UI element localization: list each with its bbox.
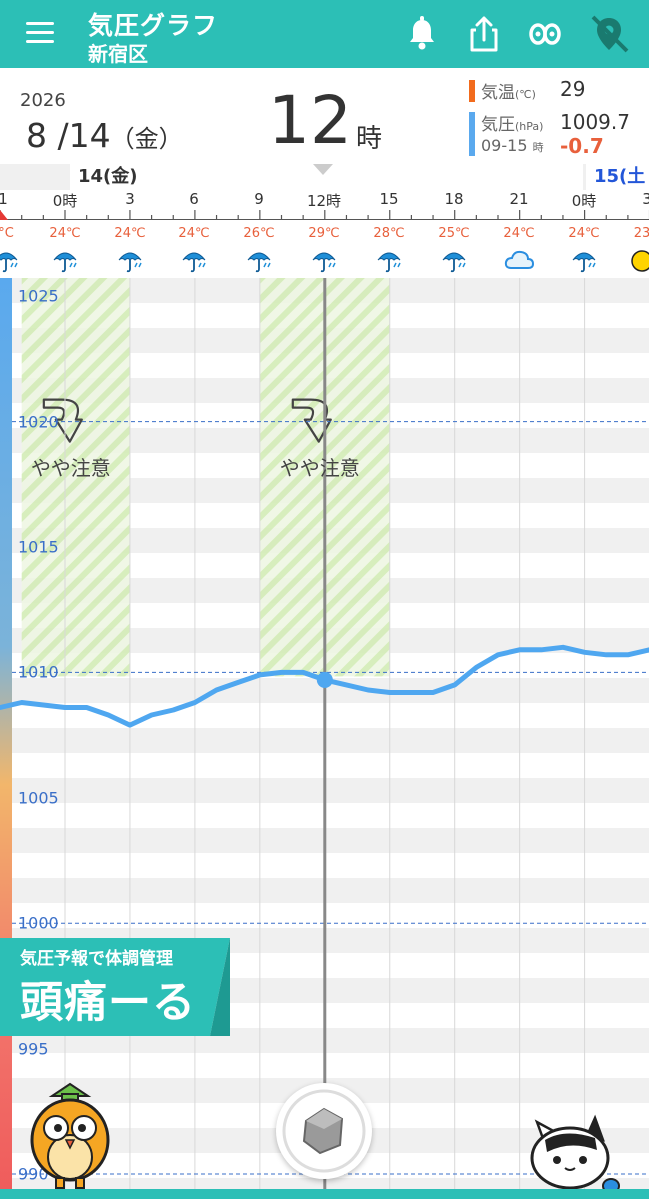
temp-label: 24℃ — [49, 226, 81, 241]
hour-ticks — [0, 210, 649, 220]
temp-color-bar — [469, 80, 475, 102]
pressure-chart[interactable] — [0, 278, 649, 1199]
hour-label: 21 — [509, 190, 529, 208]
hour-label: 1 — [0, 190, 8, 208]
y-axis-label: 995 — [18, 1039, 49, 1059]
temp-label: °C — [0, 226, 14, 241]
bell-icon[interactable] — [405, 14, 439, 54]
temp-label: 25℃ — [438, 226, 470, 241]
y-axis-label: 1010 — [18, 662, 59, 682]
location-name[interactable]: 新宿区 — [88, 38, 148, 67]
temp-stat: 気温(℃) — [469, 78, 536, 103]
change-range-label: 09-15 — [481, 136, 528, 155]
hour-label: 3 — [125, 190, 135, 208]
menu-icon[interactable] — [26, 22, 54, 46]
info-panel: 2026 8 /14（金） 12 時 気温(℃) 29 気圧(hPa) 1009… — [0, 68, 649, 165]
temperature-scale-bar — [0, 278, 12, 1199]
hour-label: 18 — [444, 190, 464, 208]
y-axis-label: 1000 — [18, 913, 59, 933]
cursor-point — [316, 671, 333, 688]
y-axis-label: 1020 — [18, 412, 59, 432]
date: 8 /14（金） — [26, 116, 183, 155]
temp-label: 26℃ — [243, 226, 275, 241]
weekday: （金） — [110, 125, 183, 153]
umbrella-icon — [441, 248, 467, 278]
umbrella-icon — [181, 248, 207, 278]
bottom-strip — [0, 1189, 649, 1199]
now-marker — [0, 210, 8, 220]
pressure-label: 気圧 — [481, 115, 515, 135]
change-range: 09-15 時 — [469, 136, 544, 155]
umbrella-icon — [571, 248, 597, 278]
year: 2026 — [20, 90, 66, 111]
temp-label: 24℃ — [178, 226, 210, 241]
cat-mascot — [530, 1114, 620, 1194]
temp-label: 24℃ — [114, 226, 146, 241]
temp-label: 28℃ — [373, 226, 405, 241]
location-pin-icon[interactable] — [590, 14, 629, 54]
temp-label: 23 — [633, 226, 649, 241]
umbrella-icon — [117, 248, 143, 278]
change-range-unit: 時 — [532, 141, 544, 154]
umbrella-icon — [0, 248, 19, 278]
banner-subtitle: 気圧予報で体調管理 — [20, 949, 173, 969]
caution-label: やや注意 — [30, 455, 111, 480]
day: /14 — [57, 116, 111, 155]
day-label-2: 15(土 — [586, 164, 649, 190]
temp-label: 気温 — [481, 83, 515, 103]
umbrella-icon — [311, 248, 337, 278]
pressure-stat: 気圧(hPa) — [469, 110, 544, 156]
y-axis-label: 1015 — [18, 537, 59, 557]
temp-label: 24℃ — [568, 226, 600, 241]
temp-label: 29℃ — [308, 226, 340, 241]
hour-unit: 時 — [356, 124, 383, 154]
y-axis-label: 1025 — [18, 286, 59, 306]
temp-value: 29 — [560, 77, 586, 101]
cloud-icon — [503, 248, 535, 278]
pressure-change: -0.7 — [560, 134, 604, 158]
hour-label: 9 — [254, 190, 264, 208]
temp-unit: (℃) — [515, 88, 536, 101]
caution-label: やや注意 — [279, 455, 360, 480]
umbrella-icon — [246, 248, 272, 278]
glasses-icon[interactable] — [528, 14, 562, 54]
app-header: 気圧グラフ 新宿区 — [0, 0, 649, 68]
app-title: 気圧グラフ — [88, 11, 219, 40]
cursor-marker — [313, 164, 333, 175]
y-axis-label: 1005 — [18, 788, 59, 808]
selected-hour: 12 — [268, 82, 352, 159]
pressure-unit: (hPa) — [515, 120, 544, 133]
sun-icon — [629, 248, 649, 278]
month: 8 — [26, 116, 47, 155]
stone-button[interactable] — [276, 1083, 372, 1179]
weather-row — [0, 246, 649, 278]
hour-label: 15 — [379, 190, 399, 208]
share-icon[interactable] — [467, 14, 501, 54]
hour-label: 6 — [189, 190, 199, 208]
hour-label: 3 — [642, 190, 649, 208]
stone-icon — [282, 1089, 366, 1173]
banner-title: 頭痛ーる — [20, 978, 196, 1028]
temp-label: 24℃ — [503, 226, 535, 241]
pressure-value: 1009.7 — [560, 110, 630, 134]
umbrella-icon — [376, 248, 402, 278]
umbrella-icon — [52, 248, 78, 278]
owl-mascot — [30, 1082, 110, 1189]
